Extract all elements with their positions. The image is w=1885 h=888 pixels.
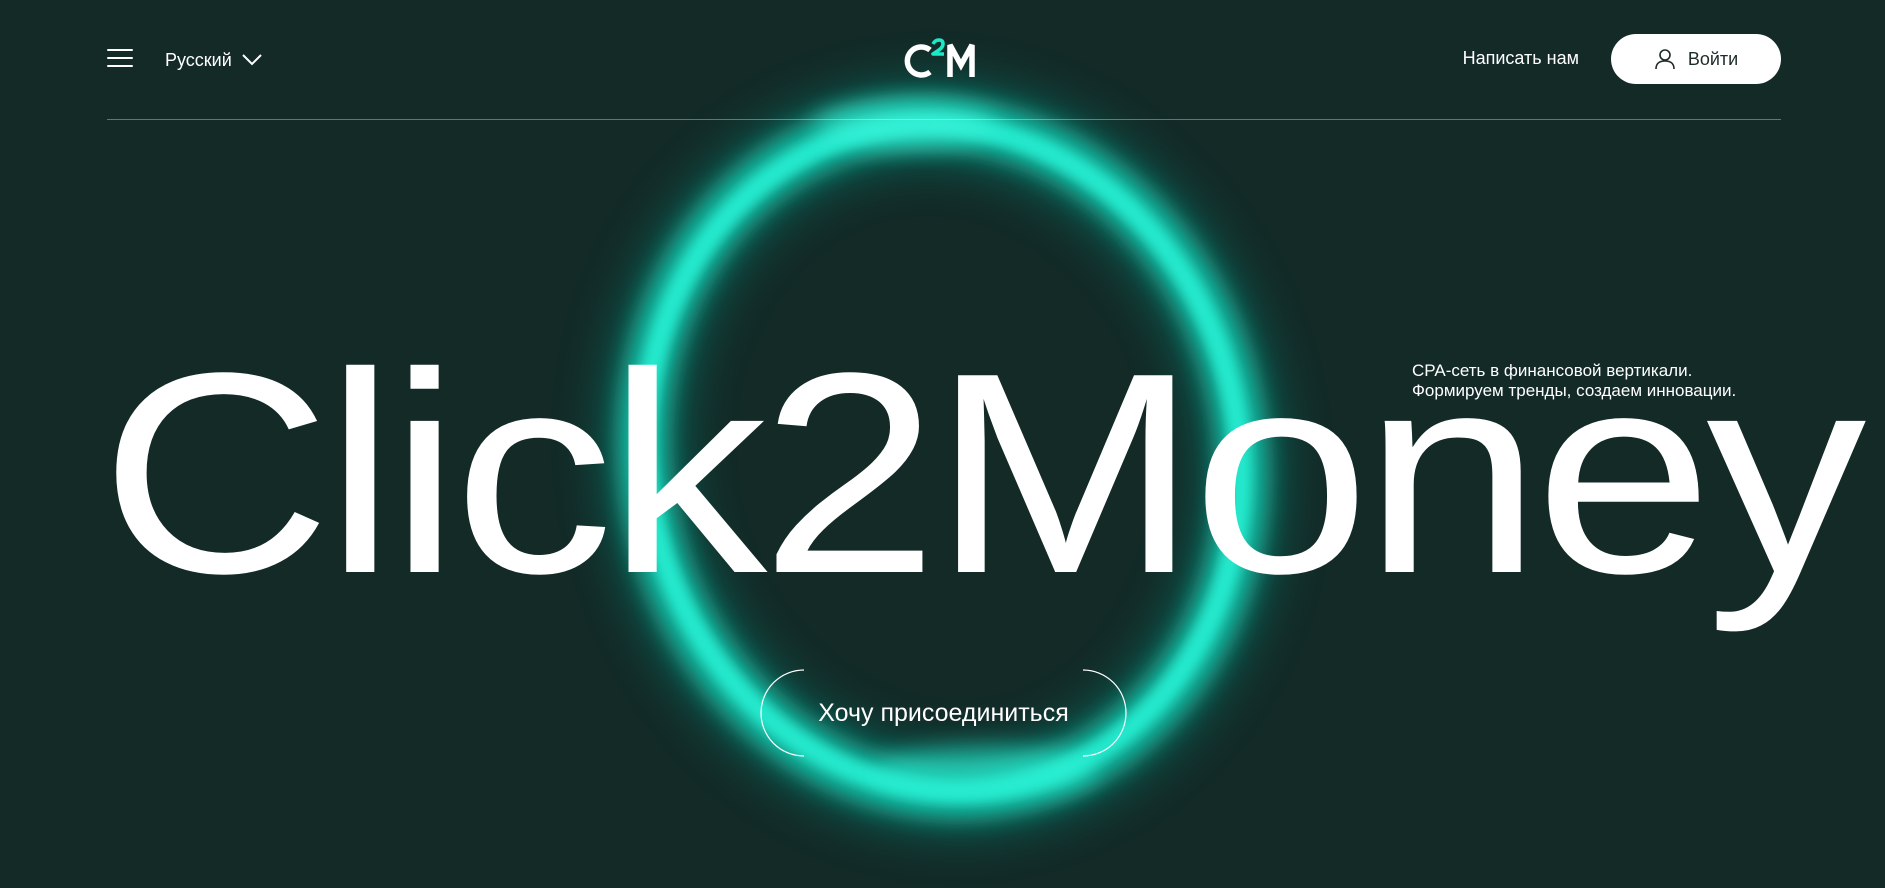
landing-page: Русский Написать нам Войти Click2Money C… bbox=[0, 0, 1885, 888]
cta-left-bracket bbox=[760, 669, 805, 757]
join-button[interactable]: Хочу присоединиться bbox=[760, 669, 1127, 757]
chevron-down-icon bbox=[242, 54, 262, 66]
user-icon bbox=[1655, 49, 1675, 70]
join-button-label: Хочу присоединиться bbox=[818, 698, 1069, 727]
header-divider bbox=[107, 119, 1781, 120]
language-label: Русский bbox=[165, 49, 232, 70]
contact-link[interactable]: Написать нам bbox=[1463, 48, 1579, 69]
logo[interactable] bbox=[900, 38, 992, 82]
login-label: Войти bbox=[1687, 48, 1739, 69]
login-button[interactable]: Войти bbox=[1611, 34, 1781, 84]
menu-icon[interactable] bbox=[107, 49, 133, 69]
site-header: Русский Написать нам Войти bbox=[107, 0, 1781, 120]
language-selector[interactable]: Русский bbox=[165, 48, 262, 72]
hero-tagline: CPA-сеть в финансовой вертикали. Формиру… bbox=[1412, 361, 1792, 401]
tagline-line-2: Формируем тренды, создаем инновации. bbox=[1412, 381, 1737, 400]
cta-right-bracket bbox=[1082, 669, 1127, 757]
tagline-line-1: CPA-сеть в финансовой вертикали. bbox=[1412, 361, 1693, 380]
